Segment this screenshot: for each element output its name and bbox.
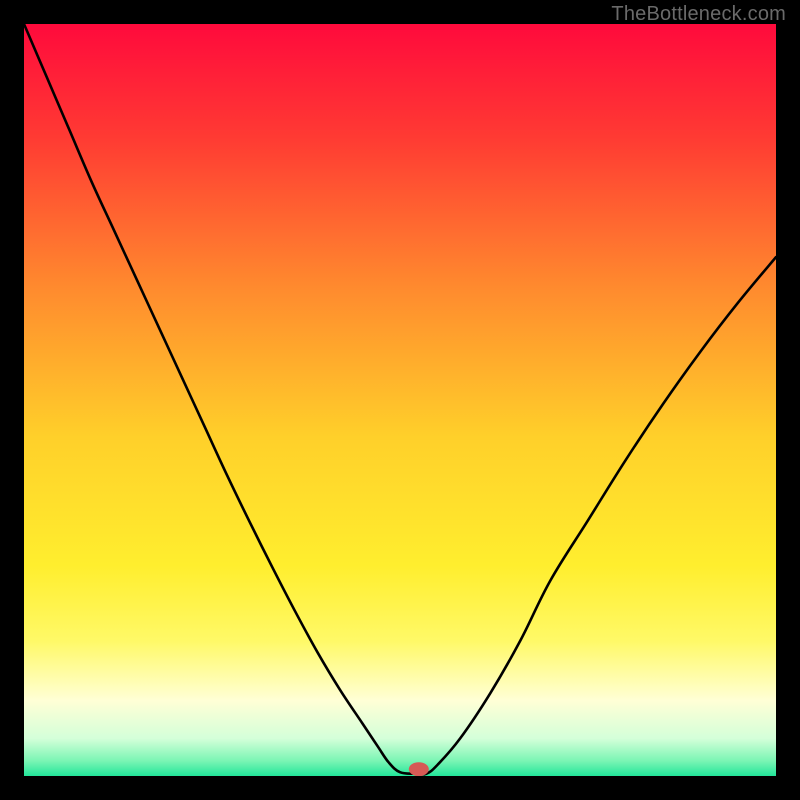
watermark-label: TheBottleneck.com bbox=[611, 3, 786, 26]
gradient-background bbox=[24, 24, 776, 776]
plot-area bbox=[24, 24, 776, 776]
bottleneck-chart-svg bbox=[24, 24, 776, 776]
chart-frame: TheBottleneck.com bbox=[0, 0, 800, 800]
optimal-marker bbox=[409, 762, 429, 776]
